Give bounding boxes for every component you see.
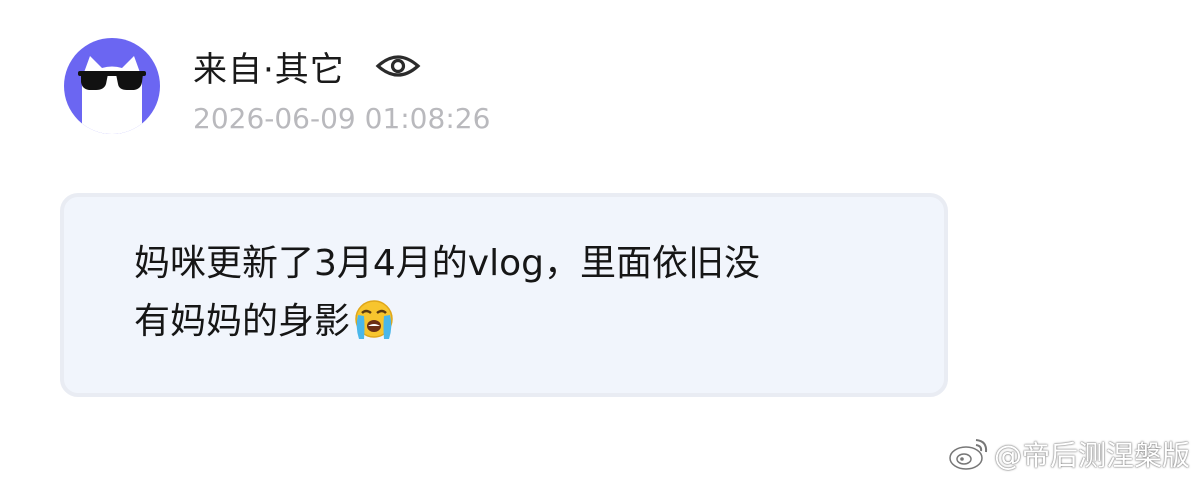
message-bubble: 妈咪更新了3月4月的vlog，里面依旧没 有妈妈的身影	[60, 193, 948, 397]
eye-icon[interactable]	[375, 51, 421, 81]
message-line-1: 妈咪更新了3月4月的vlog，里面依旧没	[134, 243, 760, 284]
message-text: 妈咪更新了3月4月的vlog，里面依旧没 有妈妈的身影	[134, 235, 894, 351]
message-line-2: 有妈妈的身影	[134, 301, 351, 342]
author-name[interactable]: 来自·其它	[193, 42, 345, 91]
post-card: 来自·其它 2026-06-09 01:08:26 妈咪更新了3月4月的vlog…	[0, 0, 1200, 480]
avatar[interactable]	[64, 38, 160, 134]
loudly-crying-face-icon	[355, 300, 393, 339]
watermark-text: @帝后测涅槃版	[993, 439, 1190, 472]
weibo-logo-icon	[949, 439, 988, 470]
watermark: @帝后测涅槃版	[948, 434, 1190, 474]
author-row: 来自·其它	[193, 42, 421, 91]
cat-avatar-icon	[78, 56, 146, 134]
post-timestamp: 2026-06-09 01:08:26	[193, 102, 491, 135]
